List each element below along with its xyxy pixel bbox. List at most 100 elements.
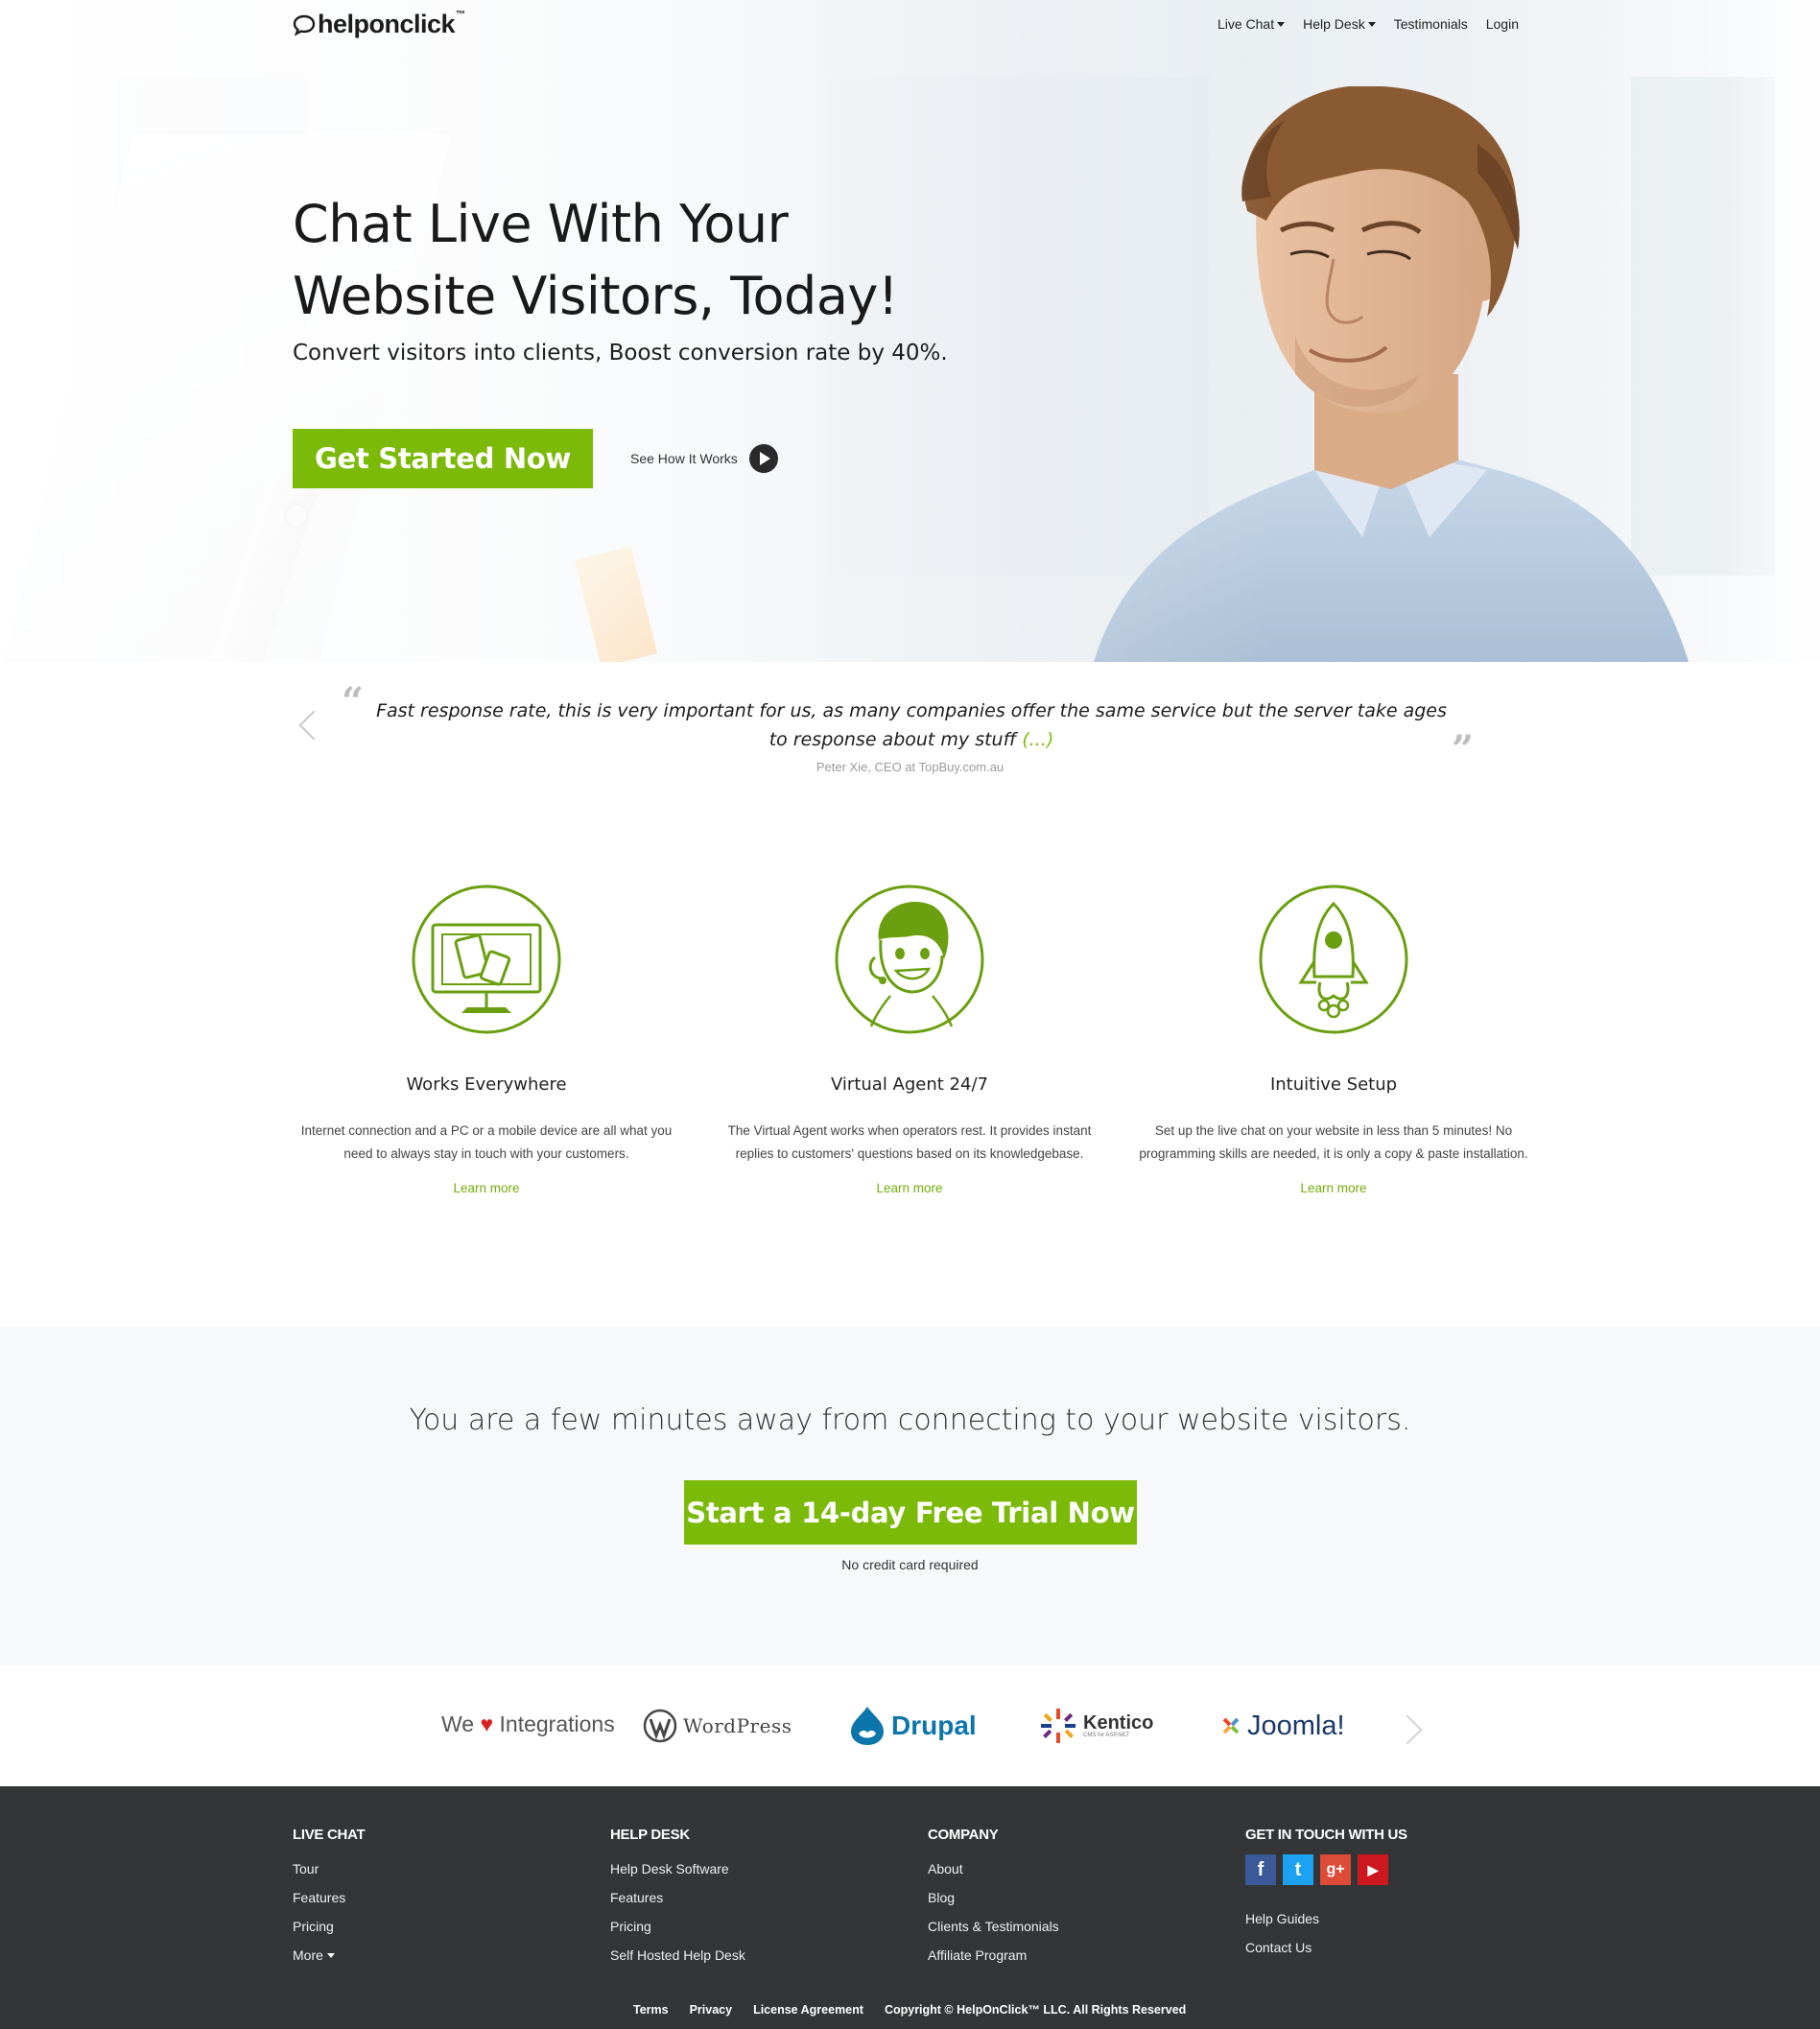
hero-title-line2: Website Visitors, Today!: [293, 266, 899, 326]
virtual-agent-icon: [835, 885, 984, 1034]
testimonial-author: Peter Xie, CEO at TopBuy.com.au: [815, 760, 1005, 774]
main-menu: Live Chat Help Desk Testimonials Login: [1217, 16, 1519, 32]
joomla-logo[interactable]: Joomla!: [1220, 1704, 1345, 1748]
footer-link-pricing[interactable]: Pricing: [610, 1912, 745, 1941]
wordpress-label: WordPress: [683, 1714, 792, 1737]
features-section: Works Everywhere Internet connection and…: [0, 815, 1820, 1327]
footer-link-tour[interactable]: Tour: [293, 1854, 365, 1883]
nav-help-desk-label: Help Desk: [1303, 16, 1365, 32]
license-agreement-link[interactable]: License Agreement: [753, 2003, 863, 2017]
read-more-link[interactable]: (...): [1022, 729, 1053, 750]
logo-text: helponclick: [318, 10, 456, 38]
drupal-drop-icon: [851, 1707, 884, 1745]
kentico-label: Kentico: [1083, 1712, 1154, 1734]
kentico-tagline: CMS for ASP.NET: [1083, 1733, 1130, 1738]
footer-link-contact-us[interactable]: Contact Us: [1245, 1933, 1407, 1962]
nav-live-chat-label: Live Chat: [1217, 16, 1275, 32]
footer-col-company: COMPANY About Blog Clients & Testimonial…: [928, 1827, 1059, 1970]
footer-link-more-label: More: [293, 1947, 323, 1963]
footer-heading: COMPANY: [928, 1827, 999, 1843]
nav-live-chat[interactable]: Live Chat: [1217, 16, 1286, 32]
play-icon: [748, 444, 778, 473]
trial-cta-section: You are a few minutes away from connecti…: [0, 1327, 1820, 1665]
copyright-text: Copyright © HelpOnClick™ LLC. All Rights…: [884, 2003, 1187, 2017]
wordpress-icon: [643, 1709, 677, 1743]
testimonial-text: Fast response rate, this is very importa…: [376, 700, 1447, 750]
learn-more-link[interactable]: Learn more: [1300, 1181, 1366, 1195]
drupal-label: Drupal: [891, 1710, 977, 1740]
see-how-label: See How It Works: [630, 451, 738, 466]
caret-down-icon: [326, 1952, 335, 1958]
google-plus-icon[interactable]: g+: [1320, 1854, 1351, 1885]
feature-title: Intuitive Setup: [1269, 1074, 1398, 1095]
testimonial-slider: “ Fast response rate, this is very impor…: [0, 662, 1820, 815]
trademark: ™: [456, 10, 465, 20]
footer-link-pricing[interactable]: Pricing: [293, 1912, 365, 1941]
joomla-label: Joomla!: [1247, 1710, 1345, 1741]
footer-link-help-desk-software[interactable]: Help Desk Software: [610, 1854, 745, 1883]
facebook-icon[interactable]: f: [1245, 1854, 1276, 1885]
footer-link-about[interactable]: About: [928, 1854, 1059, 1883]
caret-down-icon: [1367, 21, 1376, 27]
youtube-icon[interactable]: ▶: [1358, 1854, 1388, 1885]
rocket-icon: [1259, 885, 1408, 1034]
footer: LIVE CHAT Tour Features Pricing More HEL…: [0, 1786, 1820, 2029]
learn-more-link[interactable]: Learn more: [876, 1181, 942, 1195]
footer-link-affiliate[interactable]: Affiliate Program: [928, 1941, 1059, 1970]
feature-description: Set up the live chat on your website in …: [1139, 1123, 1528, 1161]
caret-down-icon: [1277, 21, 1286, 27]
devices-monitor-icon: [412, 885, 561, 1034]
footer-bottom-bar: Terms Privacy License Agreement Copyrigh…: [633, 2003, 1186, 2017]
footer-heading: LIVE CHAT: [293, 1827, 366, 1843]
privacy-link[interactable]: Privacy: [690, 2003, 732, 2017]
footer-heading: GET IN TOUCH WITH US: [1245, 1827, 1407, 1843]
footer-link-help-guides[interactable]: Help Guides: [1245, 1904, 1407, 1933]
feature-description: Internet connection and a PC or a mobile…: [300, 1123, 673, 1161]
see-how-it-works-link[interactable]: See How It Works: [630, 444, 778, 473]
feature-title: Virtual Agent 24/7: [831, 1074, 988, 1095]
learn-more-link[interactable]: Learn more: [453, 1181, 519, 1195]
quote-open-icon: “: [342, 679, 365, 724]
we-love-integrations: We ♥ Integrations: [441, 1711, 615, 1737]
get-started-button[interactable]: Get Started Now: [293, 429, 593, 488]
top-nav: helponclick ™ Live Chat Help Desk Testimo…: [0, 0, 1820, 54]
footer-heading: HELP DESK: [610, 1827, 690, 1843]
footer-link-self-hosted[interactable]: Self Hosted Help Desk: [610, 1941, 745, 1970]
feature-works-everywhere: Works Everywhere Internet connection and…: [285, 883, 688, 1196]
chat-bubble-icon: [293, 14, 316, 35]
no-credit-card-note: No credit card required: [841, 1557, 979, 1572]
footer-link-features[interactable]: Features: [293, 1883, 365, 1912]
social-links: f t g+ ▶: [1245, 1854, 1407, 1885]
wordpress-logo[interactable]: WordPress: [643, 1704, 792, 1748]
kentico-logo[interactable]: Kentico CMS for ASP.NET: [1039, 1704, 1153, 1748]
kentico-icon: [1041, 1709, 1075, 1743]
hero-title-line1: Chat Live With Your: [293, 194, 789, 254]
nav-testimonials[interactable]: Testimonials: [1394, 16, 1468, 32]
kentico-text: Kentico CMS for ASP.NET: [1083, 1713, 1153, 1738]
terms-link[interactable]: Terms: [633, 2003, 669, 2017]
integrations-strip: We ♥ Integrations WordPress Drupal Kenti…: [0, 1665, 1820, 1786]
hero-subtitle: Convert visitors into clients, Boost con…: [293, 341, 948, 366]
footer-col-live-chat: LIVE CHAT Tour Features Pricing More: [293, 1827, 366, 1970]
prev-arrow-icon[interactable]: [298, 710, 329, 741]
testimonial-quote: Fast response rate, this is very importa…: [365, 696, 1458, 754]
free-trial-button[interactable]: Start a 14-day Free Trial Now: [684, 1480, 1137, 1545]
cta-heading: You are a few minutes away from connecti…: [409, 1404, 1411, 1437]
we-love-label: Integrations: [499, 1711, 615, 1736]
heart-icon: ♥: [480, 1711, 494, 1736]
feature-intuitive-setup: Intuitive Setup Set up the live chat on …: [1132, 883, 1535, 1196]
footer-link-blog[interactable]: Blog: [928, 1883, 1059, 1912]
footer-link-clients[interactable]: Clients & Testimonials: [928, 1912, 1059, 1941]
nav-help-desk[interactable]: Help Desk: [1303, 16, 1376, 32]
we-love-we: We: [441, 1711, 475, 1736]
twitter-icon[interactable]: t: [1283, 1854, 1313, 1885]
drupal-logo[interactable]: Drupal: [849, 1704, 977, 1748]
next-arrow-icon[interactable]: [1392, 1714, 1423, 1745]
nav-login[interactable]: Login: [1486, 16, 1519, 32]
footer-link-features[interactable]: Features: [610, 1883, 745, 1912]
feature-description: The Virtual Agent works when operators r…: [727, 1123, 1092, 1161]
feature-virtual-agent: Virtual Agent 24/7 The Virtual Agent wor…: [708, 883, 1111, 1196]
footer-col-contact: GET IN TOUCH WITH US f t g+ ▶ Help Guide…: [1245, 1827, 1407, 1962]
logo[interactable]: helponclick ™: [293, 10, 465, 39]
footer-link-more[interactable]: More: [293, 1941, 365, 1970]
